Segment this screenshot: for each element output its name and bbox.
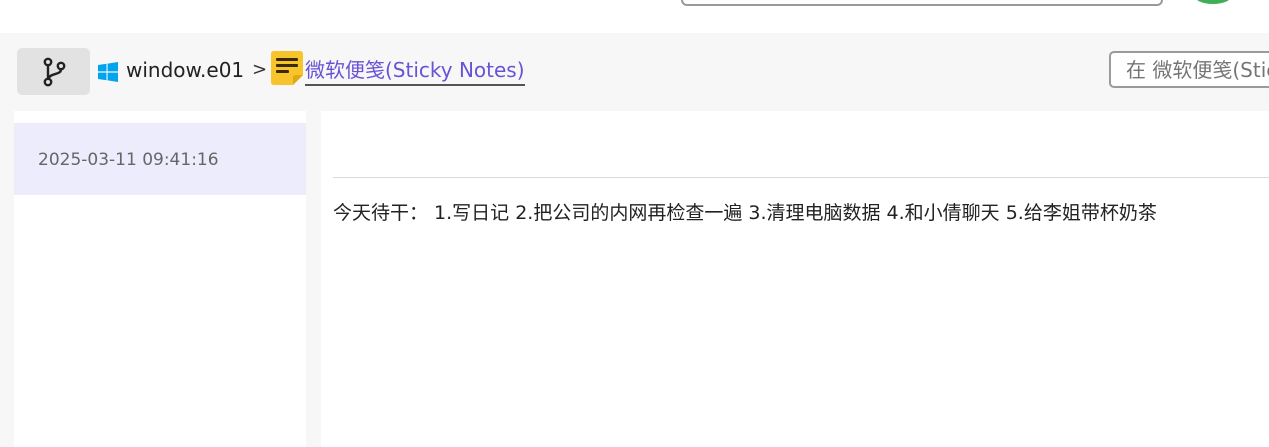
note-detail: 今天待干： 1.写日记 2.把公司的内网再检查一遍 3.清理电脑数据 4.和小倩… [321, 111, 1269, 447]
divider [333, 177, 1269, 178]
notes-list: 2025-03-11 09:41:16 [14, 111, 306, 447]
list-item[interactable]: 2025-03-11 09:41:16 [14, 123, 306, 195]
global-search-input[interactable] [681, 0, 1163, 6]
branch-icon [43, 57, 65, 86]
top-bar [0, 0, 1269, 33]
branch-button[interactable] [17, 48, 90, 95]
sticky-notes-icon [271, 51, 303, 85]
breadcrumb: window.e01 > 微软便笺(Sticky Notes) [0, 33, 1269, 105]
avatar[interactable] [1193, 0, 1233, 4]
app-search-input[interactable] [1109, 51, 1269, 88]
note-timestamp: 2025-03-11 09:41:16 [38, 150, 219, 170]
windows-icon [98, 62, 118, 82]
breadcrumb-app-link[interactable]: 微软便笺(Sticky Notes) [305, 56, 525, 86]
note-content: 今天待干： 1.写日记 2.把公司的内网再检查一遍 3.清理电脑数据 4.和小倩… [333, 202, 1157, 224]
breadcrumb-separator: > [252, 59, 268, 80]
breadcrumb-device[interactable]: window.e01 [126, 56, 244, 84]
